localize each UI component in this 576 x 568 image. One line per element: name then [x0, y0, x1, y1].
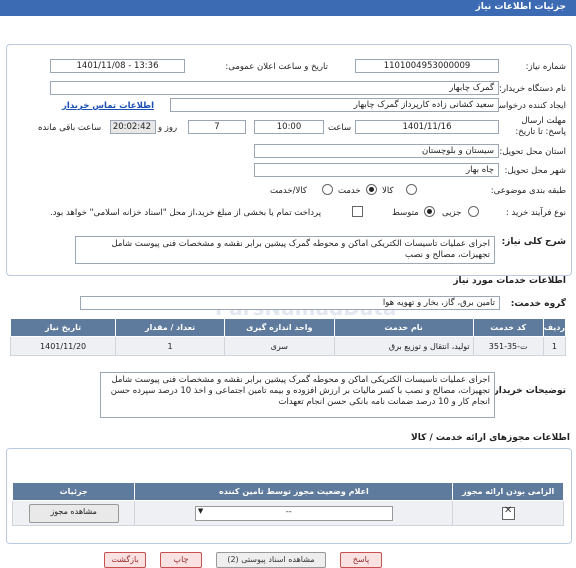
creator-field: سعید کشانی زاده کارپرداز گمرک چابهار — [170, 98, 499, 112]
buyer-contact-link[interactable]: اطلاعات تماس خریدار — [50, 101, 166, 111]
chevron-down-icon: ▼ — [197, 506, 204, 515]
announce-date-label: تاریخ و ساعت اعلان عمومی: — [225, 62, 328, 72]
process-minor-label: جزیی — [442, 208, 462, 218]
services-section-title: اطلاعات خدمات مورد نیاز — [453, 276, 566, 286]
col-date: تاریخ نیاز — [9, 318, 117, 337]
buyer-notes-text: اجرای عملیات تاسیسات الکتریکی اماکن و مح… — [100, 372, 495, 418]
city-field: چاه بهار — [254, 163, 499, 177]
creator-label: ایجاد کننده درخواست: — [487, 101, 566, 111]
col-permit-required: الزامی بودن ارائه مجوز — [452, 482, 564, 501]
permits-table: الزامی بودن ارائه مجوز اعلام وضعیت مجوز … — [11, 482, 564, 526]
remaining-time-label: ساعت باقی مانده — [38, 123, 102, 133]
services-table: ردیف کد خدمت نام خدمت واحد اندازه گیری ت… — [9, 318, 567, 356]
buyer-label: نام دستگاه خریدار: — [499, 84, 566, 94]
deadline-time-field: 10:00 — [254, 120, 324, 134]
city-label: شهر محل تحویل: — [504, 166, 566, 176]
permit-status-value: -- — [285, 506, 292, 516]
cell-name: تولید، انتقال و توزیع برق — [333, 336, 474, 356]
col-permit-details: جزئیات — [11, 482, 136, 501]
service-group-label: گروه خدمت: — [510, 299, 566, 309]
permits-section-title: اطلاعات مجوزهای ارائه خدمت / کالا — [411, 433, 570, 443]
service-group-field: تامین برق، گاز، بخار و تهویه هوا — [80, 296, 500, 310]
cell-row: 1 — [542, 336, 567, 356]
x-icon: ✕ — [504, 504, 513, 516]
process-minor-radio[interactable] — [468, 206, 479, 217]
general-desc-label: شرح کلی نیاز: — [501, 237, 566, 247]
province-label: استان محل تحویل: — [499, 147, 566, 157]
page-header: جزئیات اطلاعات نیاز — [0, 0, 576, 16]
col-permit-status: اعلام وضعیت مجوز توسط تامین کننده — [134, 482, 454, 501]
col-row: ردیف — [542, 318, 567, 337]
cell-date: 1401/11/20 — [9, 336, 117, 356]
need-number-label: شماره نیاز: — [525, 62, 566, 72]
process-label: نوع فرآیند خرید : — [505, 208, 566, 218]
col-code: کد خدمت — [472, 318, 544, 337]
cell-unit: سری — [224, 336, 335, 356]
table-row: ✕ -- ▼ مشاهده مجوز — [11, 500, 564, 526]
table-row: 1 ت-35-351 تولید، انتقال و توزیع برق سری… — [9, 336, 567, 356]
category-service-label: خدمت — [338, 186, 361, 196]
deadline-date-field: 1401/11/16 — [355, 120, 499, 134]
col-qty: تعداد / مقدار — [115, 318, 226, 337]
back-button[interactable]: بازگشت — [104, 552, 146, 568]
category-label: طبقه بندی موضوعی: — [490, 186, 566, 196]
days-field: 7 — [188, 120, 246, 134]
need-number-field: 1101004953000009 — [355, 59, 499, 73]
treasury-payment-checkbox[interactable] — [352, 206, 363, 217]
print-button[interactable]: چاپ — [160, 552, 202, 568]
cell-code: ت-35-351 — [472, 336, 544, 356]
cell-qty: 1 — [115, 336, 226, 356]
general-desc-text: اجرای عملیات تاسیسات الکتریکی اماکن و مح… — [75, 236, 495, 264]
province-field: سیستان و بلوچستان — [254, 144, 499, 158]
buyer-field: گمرک چابهار — [50, 81, 499, 95]
days-label: روز و — [158, 123, 178, 133]
services-table-header: ردیف کد خدمت نام خدمت واحد اندازه گیری ت… — [9, 318, 567, 337]
category-goods-service-radio[interactable] — [322, 184, 333, 195]
announce-date-field: 1401/11/08 - 13:36 — [50, 59, 185, 73]
treasury-payment-note: پرداخت تمام یا بخشی از مبلغ خرید،از محل … — [50, 208, 322, 218]
category-goods-service-label: کالا/خدمت — [270, 186, 307, 196]
permits-table-header: الزامی بودن ارائه مجوز اعلام وضعیت مجوز … — [11, 482, 564, 501]
deadline-time-label: ساعت — [328, 123, 352, 133]
permit-required-checkbox[interactable]: ✕ — [501, 504, 515, 520]
col-name: نام خدمت — [333, 318, 474, 337]
view-permit-button[interactable]: مشاهده مجوز — [28, 503, 119, 523]
category-goods-radio[interactable] — [406, 184, 417, 195]
respond-button[interactable]: پاسخ — [340, 552, 382, 568]
col-unit: واحد اندازه گیری — [224, 318, 335, 337]
remaining-time-field: 20:02:42 — [110, 120, 156, 134]
cell-permit-status: -- ▼ — [134, 500, 454, 526]
category-goods-label: کالا — [382, 186, 394, 196]
buyer-notes-label: توضیحات خریدار: — [490, 386, 566, 396]
view-attachments-button[interactable]: مشاهده اسناد پیوستی (2) — [216, 552, 326, 568]
cell-permit-required: ✕ — [452, 500, 564, 526]
category-service-radio[interactable] — [366, 184, 377, 195]
process-medium-radio[interactable] — [424, 206, 435, 217]
permit-status-select[interactable]: -- ▼ — [194, 505, 393, 521]
cell-permit-details: مشاهده مجوز — [11, 500, 136, 526]
deadline-label: مهلت ارسال پاسخ: تا تاریخ: — [515, 116, 566, 137]
process-medium-label: متوسط — [392, 208, 419, 218]
